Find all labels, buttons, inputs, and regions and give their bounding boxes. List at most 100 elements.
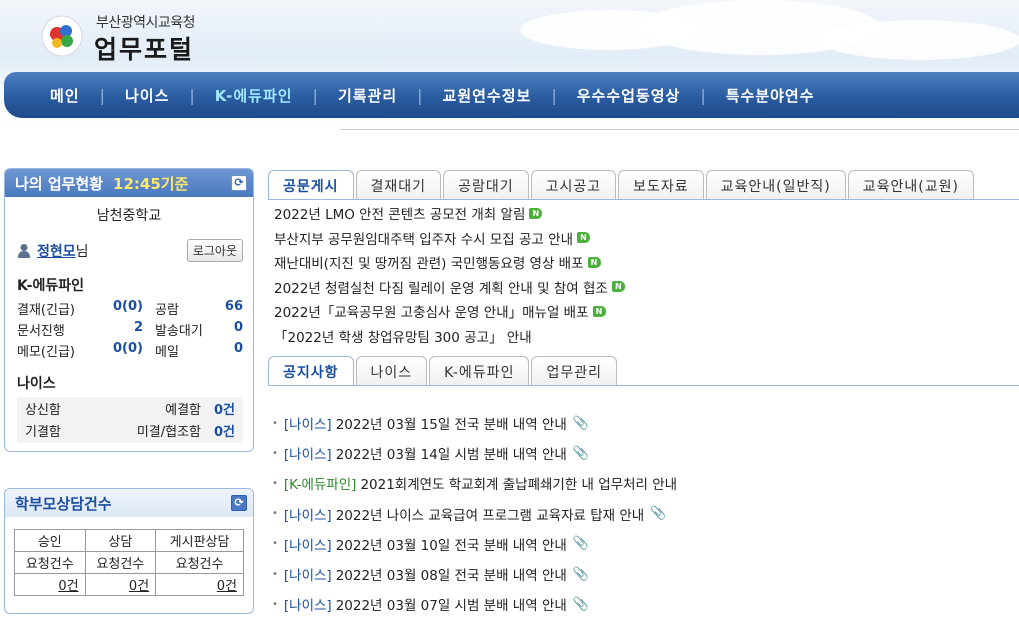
notice-title[interactable]: 2021회계연도 학교회계 출납폐쇄기한 내 업무처리 안내 (360, 473, 677, 493)
list-item-title[interactable]: 「2022년 학생 창업유망팀 300 공고」 안내 (274, 326, 532, 346)
nav-separator: | (99, 85, 105, 105)
status-row: 메모(긴급) 0(0) 메일 0 (17, 341, 243, 361)
kedufine-section-title: K-에듀파인 (17, 278, 84, 294)
status-label: 메일 (155, 345, 179, 360)
neis-label: 미결/협조함 (136, 424, 201, 440)
notice-title[interactable]: 2022년 나이스 교육급여 프로그램 교육자료 탑재 안내 (336, 504, 645, 524)
notice-title[interactable]: 2022년 03월 10일 전국 분배 내역 안내 (336, 534, 567, 554)
refresh-icon[interactable]: ⟳ (231, 495, 247, 511)
list-item[interactable]: 2022년「교육공무원 고충심사 운영 안내」매뉴얼 배포 N (274, 299, 625, 324)
list-item-title[interactable]: 2022년「교육공무원 고충심사 운영 안내」매뉴얼 배포 (274, 301, 589, 321)
nav-separator: | (551, 85, 557, 105)
status-value[interactable]: 2 (97, 320, 143, 340)
list-item[interactable]: 부산지부 공무원임대주택 입주자 수시 모집 공고 안내 N (274, 226, 625, 251)
status-value[interactable]: 0 (211, 341, 243, 361)
paperclip-icon: 📎 (650, 506, 667, 522)
table-cell[interactable]: 0건 (84, 573, 157, 596)
nav-item-special-training[interactable]: 특수분야연수 (726, 85, 815, 106)
notice-title[interactable]: 2022년 03월 07일 시범 분배 내역 안내 (336, 594, 567, 614)
status-time: 12:45기준 (113, 174, 189, 193)
table-cell[interactable]: 0건 (14, 573, 86, 596)
portal-title[interactable]: 업무포털 (94, 30, 194, 66)
new-badge-icon: N (529, 207, 543, 219)
status-value[interactable]: 0 (211, 320, 243, 340)
tab-edu-teacher[interactable]: 교육안내(교원) (847, 170, 974, 200)
bullet-icon: • (272, 477, 278, 489)
bullet-icon: • (272, 598, 278, 610)
nav-item-best-lessons[interactable]: 우수수업동영상 (577, 85, 681, 106)
new-badge-icon: N (587, 256, 601, 268)
notice-title[interactable]: 2022년 03월 14일 시범 분배 내역 안내 (336, 443, 567, 463)
header-divider (340, 129, 1019, 130)
education-office-logo[interactable] (40, 14, 84, 58)
new-badge-icon: N (611, 281, 625, 293)
list-item[interactable]: • [K-에듀파인] 2021회계연도 학교회계 출납폐쇄기한 내 업무처리 안내 (272, 468, 677, 498)
list-item-title[interactable]: 2022년 청렴실천 다짐 릴레이 운영 계획 안내 및 참여 협조 (274, 277, 608, 297)
tab-notices[interactable]: 공지사항 (268, 356, 354, 386)
list-item-title[interactable]: 2022년 LMO 안전 콘텐츠 공모전 개최 알림 (274, 203, 525, 223)
header: 부산광역시교육청 업무포털 메인 | 나이스 | K-에듀파인 | 기록관리 |… (0, 0, 1019, 130)
table-header: 요청건수 (155, 551, 244, 574)
nav-separator: | (700, 85, 706, 105)
tab-press[interactable]: 보도자료 (618, 170, 704, 200)
tab-pending-review[interactable]: 공람대기 (443, 170, 529, 200)
status-value[interactable]: 0(0) (97, 341, 143, 361)
nav-item-neis[interactable]: 나이스 (125, 85, 169, 106)
logout-button[interactable]: 로그아웃 (186, 239, 243, 262)
list-item[interactable]: • [나이스] 2022년 03월 08일 전국 분배 내역 안내 📎 (272, 559, 677, 589)
table-cell[interactable]: 0건 (155, 573, 244, 596)
neis-label: 예결함 (165, 402, 201, 418)
list-item[interactable]: • [나이스] 2022년 나이스 교육급여 프로그램 교육자료 탑재 안내 📎 (272, 499, 677, 529)
tab-edu-general[interactable]: 교육안내(일반직) (705, 170, 846, 200)
list-item-title[interactable]: 재난대비(지진 및 땅꺼짐 관련) 국민행동요령 영상 배포 (274, 252, 584, 272)
table-header: 승인 (14, 529, 86, 552)
tab-official-docs[interactable]: 공문게시 (268, 170, 354, 200)
notice-list: • [나이스] 2022년 03월 15일 전국 분배 내역 안내 📎 • [나이스] 2… (272, 408, 677, 619)
status-value[interactable]: 66 (211, 299, 243, 319)
notice-title[interactable]: 2022년 03월 15일 전국 분배 내역 안내 (336, 413, 567, 433)
tab-kedufine[interactable]: K-에듀파인 (429, 356, 530, 386)
nav-item-kedufine[interactable]: K-에듀파인 (215, 85, 293, 106)
counsel-panel-title: 학부모상담건수 (15, 494, 112, 513)
status-value[interactable]: 0(0) (97, 299, 143, 319)
neis-value[interactable]: 0건 (201, 399, 235, 418)
list-item[interactable]: 2022년 LMO 안전 콘텐츠 공모전 개최 알림 N (274, 201, 625, 226)
list-item[interactable]: 재난대비(지진 및 땅꺼짐 관련) 국민행동요령 영상 배포 N (274, 250, 625, 275)
status-row: 문서진행 2 발송대기 0 (17, 320, 243, 340)
list-item[interactable]: 2022년 청렴실천 다짐 릴레이 운영 계획 안내 및 참여 협조 N (274, 275, 625, 300)
paperclip-icon: 📎 (572, 445, 589, 461)
notice-category: [나이스] (283, 568, 332, 585)
neis-value[interactable]: 0건 (201, 421, 235, 440)
list-item[interactable]: • [나이스] 2022년 03월 07일 시범 분배 내역 안내 📎 (272, 589, 677, 619)
doc-tabbar: 공문게시 결재대기 공람대기 고시공고 보도자료 교육안내(일반직) 교육안내(… (268, 170, 976, 200)
list-item-title[interactable]: 부산지부 공무원임대주택 입주자 수시 모집 공고 안내 (274, 228, 573, 248)
nav-item-teacher-training[interactable]: 교원연수정보 (443, 85, 532, 106)
neis-row: 상신함 예결함 0건 (17, 397, 243, 419)
table-header: 요청건수 (14, 551, 86, 574)
list-item[interactable]: • [나이스] 2022년 03월 14일 시범 분배 내역 안내 📎 (272, 438, 677, 468)
bullet-icon: • (272, 568, 278, 580)
user-icon (18, 244, 30, 258)
nav-item-main[interactable]: 메인 (50, 85, 80, 106)
list-item[interactable]: • [나이스] 2022년 03월 15일 전국 분배 내역 안내 📎 (272, 408, 677, 438)
paperclip-icon: 📎 (572, 536, 589, 552)
doc-list: 2022년 LMO 안전 콘텐츠 공모전 개최 알림 N 부산지부 공무원임대주택… (274, 201, 625, 348)
status-label: 문서진행 (17, 324, 65, 339)
neis-section-title: 나이스 (17, 376, 56, 392)
bullet-icon: • (272, 447, 278, 459)
user-name[interactable]: 정현모 (37, 241, 76, 261)
tab-announcements[interactable]: 고시공고 (530, 170, 617, 200)
refresh-icon[interactable]: ⟳ (231, 175, 247, 191)
nav-item-records[interactable]: 기록관리 (338, 85, 397, 106)
table-header: 게시판상담 (155, 529, 244, 552)
tab-work-management[interactable]: 업무관리 (531, 356, 617, 386)
new-badge-icon: N (592, 305, 606, 317)
tab-pending-approval[interactable]: 결재대기 (355, 170, 442, 200)
notice-title[interactable]: 2022년 03월 08일 전국 분배 내역 안내 (336, 564, 567, 584)
tab-neis[interactable]: 나이스 (355, 356, 428, 386)
status-panel-header: 나의 업무현황 12:45기준 ⟳ (5, 169, 253, 197)
list-item[interactable]: 「2022년 학생 창업유망팀 300 공고」 안내 (274, 324, 625, 349)
bullet-icon: • (272, 417, 278, 429)
neis-row: 기결함 미결/협조함 0건 (17, 419, 243, 441)
list-item[interactable]: • [나이스] 2022년 03월 10일 전국 분배 내역 안내 📎 (272, 529, 677, 559)
